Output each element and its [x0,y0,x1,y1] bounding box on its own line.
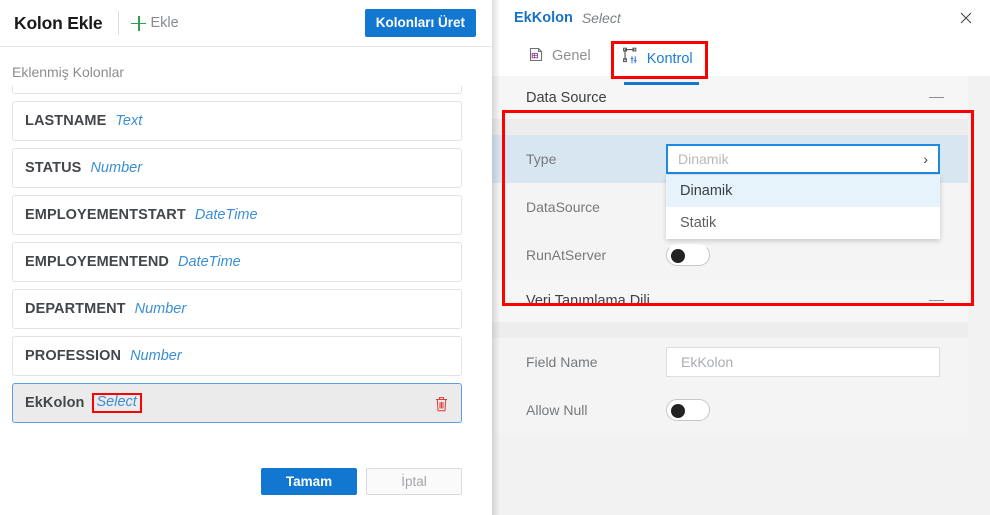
column-name: EkKolon [25,395,85,411]
section-body-data-source: Type Dinamik › Dinamik Statik [492,135,968,279]
type-combobox-wrapper: Dinamik › Dinamik Statik [666,144,940,174]
chevron-right-icon: › [923,152,928,166]
control-frame-icon [622,47,640,70]
list-item[interactable]: EMPLOYEMENTEND DateTime [12,242,462,282]
field-name-input[interactable]: EkKolon [666,347,940,377]
minus-icon[interactable] [929,97,944,99]
property-label: RunAtServer [526,247,666,263]
type-combobox-value: Dinamik [678,151,729,167]
properties-body: Data Source Type Dinamik › Dinam [492,76,990,515]
columns-list[interactable]: LASTNAME Text STATUS Number EMPLOYEMENTS… [0,86,492,454]
column-name: PROFESSION [25,348,121,364]
tab-genel-label: Genel [552,48,591,64]
toggle-knob [671,404,685,418]
column-name: EMPLOYEMENTSTART [25,207,186,223]
header-divider [118,11,119,35]
left-panel-body: Eklenmiş Kolonlar LASTNAME Text STATUS N… [0,47,492,515]
column-type: DateTime [195,207,258,223]
section-title: Data Source [526,90,607,106]
list-item[interactable]: STATUS Number [12,148,462,188]
property-row-field-name[interactable]: Field Name EkKolon [492,338,968,386]
dropdown-option-statik[interactable]: Statik [666,207,940,239]
section-veri-tanimlama-dili: Veri Tanımlama Dili Field Name EkKolon A… [492,279,968,434]
properties-header: EkKolon Select [492,0,990,36]
cancel-button[interactable]: İptal [366,468,462,495]
property-row-allow-null[interactable]: Allow Null [492,386,968,434]
dialog-footer: Tamam İptal [261,468,462,495]
section-header-veri-tanimlama[interactable]: Veri Tanımlama Dili [492,279,968,323]
list-item[interactable]: DEPARTMENT Number [12,289,462,329]
list-item-selected[interactable]: EkKolon Select [12,383,462,423]
document-icon [528,45,545,67]
app-root: Kolon Ekle Ekle Kolonları Üret Eklenmiş … [0,0,990,515]
section-data-source: Data Source Type Dinamik › Dinam [492,76,968,279]
generate-columns-button[interactable]: Kolonları Üret [365,9,476,38]
column-type: Number [135,301,187,317]
tab-kontrol[interactable]: Kontrol [614,44,705,76]
column-name: EMPLOYEMENTEND [25,254,169,270]
property-label: Allow Null [526,402,666,418]
added-columns-label: Eklenmiş Kolonlar [0,47,492,86]
section-title: Veri Tanımlama Dili [526,293,650,309]
properties-tabbar: Genel Kontrol [492,36,990,76]
left-panel-header: Kolon Ekle Ekle Kolonları Üret [0,0,492,47]
dropdown-option-dinamik[interactable]: Dinamik [666,175,940,207]
list-item[interactable] [12,86,462,94]
section-body-veri-tanimlama: Field Name EkKolon Allow Null [492,338,968,434]
ok-button[interactable]: Tamam [261,468,357,495]
type-combobox[interactable]: Dinamik › [666,144,940,174]
column-type-select-link[interactable]: Select [92,393,142,413]
trash-icon[interactable] [434,395,449,412]
column-name: LASTNAME [25,113,106,129]
tab-genel[interactable]: Genel [522,41,602,76]
section-gap [492,323,968,338]
list-item[interactable]: PROFESSION Number [12,336,462,376]
list-item[interactable]: EMPLOYEMENTSTART DateTime [12,195,462,235]
column-type: DateTime [178,254,241,270]
column-type: Number [90,160,142,176]
column-name: STATUS [25,160,81,176]
add-button[interactable]: Ekle [131,15,178,31]
property-row-type[interactable]: Type Dinamik › Dinamik Statik [492,135,968,183]
add-column-panel: Kolon Ekle Ekle Kolonları Üret Eklenmiş … [0,0,492,515]
close-icon[interactable] [956,8,976,28]
section-header-data-source[interactable]: Data Source [492,76,968,120]
property-label: DataSource [526,199,666,215]
minus-icon[interactable] [929,300,944,302]
properties-title: EkKolon [514,10,573,26]
properties-subtitle: Select [582,10,621,26]
column-type: Number [130,348,182,364]
add-button-label: Ekle [150,15,178,31]
list-item[interactable]: LASTNAME Text [12,101,462,141]
column-name: DEPARTMENT [25,301,126,317]
tab-kontrol-label: Kontrol [647,51,693,67]
column-type: Text [115,113,142,129]
type-dropdown-list[interactable]: Dinamik Statik [666,175,940,239]
property-label: Field Name [526,354,666,370]
toggle-knob [671,249,685,263]
plus-icon [131,16,146,31]
property-label: Type [526,151,666,167]
section-gap [492,120,968,135]
properties-panel: EkKolon Select Genel [492,0,990,515]
page-title: Kolon Ekle [14,13,102,34]
runatserver-toggle[interactable] [666,244,710,266]
allow-null-toggle[interactable] [666,399,710,421]
